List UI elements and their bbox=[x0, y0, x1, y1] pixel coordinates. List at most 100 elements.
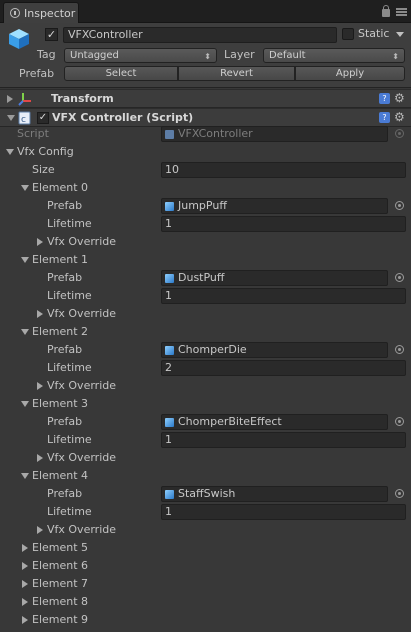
element-label: Element 6 bbox=[32, 559, 89, 572]
foldout-arrow-icon[interactable] bbox=[21, 185, 29, 191]
prefab-object-field[interactable]: JumpPuff bbox=[161, 198, 388, 214]
fold-arrow-icon[interactable] bbox=[7, 95, 13, 103]
vfx-override-label: Vfx Override bbox=[47, 379, 116, 392]
element-foldout[interactable]: Element 4 bbox=[0, 467, 411, 485]
size-field[interactable]: 10 bbox=[161, 162, 406, 178]
prefab-object-field[interactable]: DustPuff bbox=[161, 270, 388, 286]
prefab-row: Prefab JumpPuff bbox=[0, 197, 411, 215]
layer-label: Layer bbox=[224, 48, 255, 61]
object-picker-icon bbox=[395, 129, 404, 138]
tab-bar: Inspector bbox=[0, 0, 411, 23]
object-picker-icon[interactable] bbox=[395, 345, 404, 354]
lifetime-field[interactable]: 1 bbox=[161, 288, 406, 304]
gameobject-header: ✓ VFXController Static Tag Untagged ⬍ La… bbox=[0, 23, 411, 88]
foldout-arrow-icon[interactable] bbox=[22, 562, 28, 570]
static-label: Static bbox=[358, 27, 390, 40]
transform-component-header[interactable]: Transform ? ⚙ bbox=[0, 89, 411, 108]
active-checkbox[interactable]: ✓ bbox=[45, 28, 58, 41]
prefab-apply-button[interactable]: Apply bbox=[295, 66, 405, 81]
transform-axes-icon bbox=[18, 93, 31, 106]
tab-inspector[interactable]: Inspector bbox=[3, 2, 79, 23]
foldout-arrow-icon[interactable] bbox=[21, 473, 29, 479]
prefab-label: Prefab bbox=[47, 199, 83, 212]
prefab-row: Prefab ChomperDie bbox=[0, 341, 411, 359]
lifetime-field[interactable]: 1 bbox=[161, 432, 406, 448]
lock-icon[interactable] bbox=[382, 5, 390, 17]
vfx-override-foldout[interactable]: Vfx Override bbox=[0, 449, 411, 467]
foldout-arrow-icon[interactable] bbox=[21, 329, 29, 335]
vfx-override-foldout[interactable]: Vfx Override bbox=[0, 305, 411, 323]
foldout-arrow-icon[interactable] bbox=[6, 149, 14, 155]
foldout-arrow-icon[interactable] bbox=[22, 580, 28, 588]
foldout-arrow-icon[interactable] bbox=[21, 257, 29, 263]
element-label: Element 3 bbox=[32, 397, 89, 410]
object-picker-icon[interactable] bbox=[395, 489, 404, 498]
prefab-value: StaffSwish bbox=[178, 487, 236, 500]
prefab-object-field[interactable]: StaffSwish bbox=[161, 486, 388, 502]
element-foldout[interactable]: Element 3 bbox=[0, 395, 411, 413]
vfx-override-foldout[interactable]: Vfx Override bbox=[0, 377, 411, 395]
vfx-override-foldout[interactable]: Vfx Override bbox=[0, 521, 411, 539]
element-foldout[interactable]: Element 5 bbox=[0, 539, 411, 557]
lifetime-field[interactable]: 1 bbox=[161, 504, 406, 520]
static-dropdown-arrow-icon[interactable] bbox=[396, 32, 404, 37]
element-foldout[interactable]: Element 0 bbox=[0, 179, 411, 197]
element-foldout[interactable]: Element 7 bbox=[0, 575, 411, 593]
prefab-select-button[interactable]: Select bbox=[64, 66, 178, 81]
element-label: Element 4 bbox=[32, 469, 89, 482]
script-value: VFXController bbox=[178, 127, 253, 140]
foldout-arrow-icon[interactable] bbox=[37, 382, 43, 390]
object-picker-icon[interactable] bbox=[395, 417, 404, 426]
script-icon bbox=[165, 130, 174, 139]
prefab-object-field[interactable]: ChomperDie bbox=[161, 342, 388, 358]
lifetime-label: Lifetime bbox=[47, 361, 92, 374]
prefab-icon bbox=[165, 202, 174, 211]
script-icon: c bbox=[18, 111, 31, 125]
enabled-checkbox[interactable]: ✓ bbox=[37, 112, 49, 124]
element-label: Element 2 bbox=[32, 325, 89, 338]
element-foldout[interactable]: Element 1 bbox=[0, 251, 411, 269]
foldout-arrow-icon[interactable] bbox=[37, 310, 43, 318]
fold-arrow-icon[interactable] bbox=[7, 115, 15, 121]
foldout-arrow-icon[interactable] bbox=[22, 598, 28, 606]
element-label: Element 5 bbox=[32, 541, 89, 554]
tag-dropdown[interactable]: Untagged ⬍ bbox=[64, 48, 217, 63]
element-foldout[interactable]: Element 6 bbox=[0, 557, 411, 575]
object-picker-icon[interactable] bbox=[395, 201, 404, 210]
vfx-config-foldout[interactable]: Vfx Config bbox=[0, 143, 411, 161]
element-foldout[interactable]: Element 9 bbox=[0, 611, 411, 629]
help-icon[interactable]: ? bbox=[379, 112, 390, 123]
size-row: Size 10 bbox=[0, 161, 411, 179]
element-foldout[interactable]: Element 8 bbox=[0, 593, 411, 611]
menu-icon[interactable] bbox=[396, 7, 407, 16]
prefab-object-field[interactable]: ChomperBiteEffect bbox=[161, 414, 388, 430]
foldout-arrow-icon[interactable] bbox=[37, 454, 43, 462]
tab-label: Inspector bbox=[24, 6, 76, 20]
static-checkbox[interactable] bbox=[342, 28, 354, 40]
prefab-icon bbox=[165, 490, 174, 499]
layer-value: Default bbox=[269, 50, 306, 61]
foldout-arrow-icon[interactable] bbox=[37, 238, 43, 246]
object-name-field[interactable]: VFXController bbox=[63, 27, 337, 43]
foldout-arrow-icon[interactable] bbox=[37, 526, 43, 534]
object-picker-icon[interactable] bbox=[395, 273, 404, 282]
lifetime-row: Lifetime 1 bbox=[0, 503, 411, 521]
gear-icon[interactable]: ⚙ bbox=[394, 110, 405, 124]
element-label: Element 9 bbox=[32, 613, 89, 626]
foldout-arrow-icon[interactable] bbox=[21, 401, 29, 407]
help-icon[interactable]: ? bbox=[379, 93, 390, 104]
lifetime-label: Lifetime bbox=[47, 289, 92, 302]
cube-icon bbox=[9, 29, 29, 49]
lifetime-row: Lifetime 1 bbox=[0, 287, 411, 305]
foldout-arrow-icon[interactable] bbox=[22, 616, 28, 624]
vfx-override-label: Vfx Override bbox=[47, 235, 116, 248]
lifetime-field[interactable]: 2 bbox=[161, 360, 406, 376]
prefab-label: Prefab bbox=[47, 415, 83, 428]
layer-dropdown[interactable]: Default ⬍ bbox=[263, 48, 405, 63]
vfx-override-foldout[interactable]: Vfx Override bbox=[0, 233, 411, 251]
gear-icon[interactable]: ⚙ bbox=[394, 91, 405, 105]
foldout-arrow-icon[interactable] bbox=[22, 544, 28, 552]
lifetime-field[interactable]: 1 bbox=[161, 216, 406, 232]
element-foldout[interactable]: Element 2 bbox=[0, 323, 411, 341]
prefab-revert-button[interactable]: Revert bbox=[178, 66, 295, 81]
